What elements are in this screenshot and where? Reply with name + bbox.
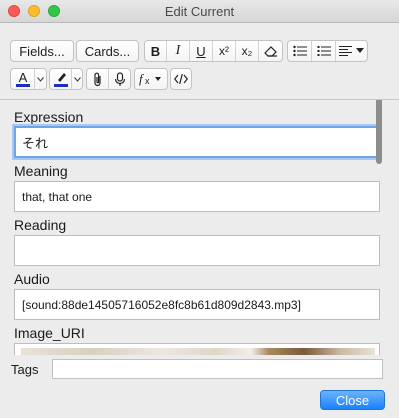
microphone-icon xyxy=(114,71,125,86)
chevron-down-icon xyxy=(73,76,81,82)
window-title: Edit Current xyxy=(164,4,235,19)
highlight-swatch[interactable] xyxy=(50,69,72,89)
chevron-down-icon xyxy=(356,48,364,53)
math-dropdown-button[interactable]: f x xyxy=(134,68,168,90)
bold-icon: B xyxy=(150,43,161,59)
fields-button-label: Fields... xyxy=(19,43,65,59)
superscript-icon: x² xyxy=(219,44,229,58)
record-audio-button[interactable] xyxy=(109,69,130,89)
underline-button[interactable]: U xyxy=(190,41,213,61)
eraser-icon xyxy=(263,46,277,57)
text-color-icon: A xyxy=(15,71,30,87)
title-bar: Edit Current xyxy=(0,0,399,23)
audio-field[interactable]: [sound:88de14505716052e8fc8b61d809d2843.… xyxy=(14,289,380,320)
html-editor-button[interactable] xyxy=(170,68,192,90)
cards-button[interactable]: Cards... xyxy=(76,40,139,62)
function-icon: f x xyxy=(139,72,161,86)
field-label-image-uri: Image_URI xyxy=(14,325,85,341)
text-color-dropdown[interactable] xyxy=(35,69,46,89)
code-icon xyxy=(174,73,188,85)
underline-icon: U xyxy=(196,43,206,59)
svg-text:A: A xyxy=(18,71,27,85)
text-color-button[interactable]: A xyxy=(10,68,47,90)
highlighter-icon xyxy=(53,73,68,87)
list-button-group xyxy=(287,40,368,62)
italic-button[interactable]: I xyxy=(167,41,190,61)
numbered-list-icon xyxy=(317,46,331,56)
chevron-down-icon xyxy=(37,76,44,82)
subscript-button[interactable]: x₂ xyxy=(236,41,259,61)
format-button-group: B I U x² x₂ xyxy=(144,40,283,62)
paperclip-icon xyxy=(93,72,101,86)
meaning-value: that, that one xyxy=(22,189,93,204)
text-color-swatch[interactable]: A xyxy=(11,69,35,89)
clear-formatting-button[interactable] xyxy=(259,41,282,61)
close-button-label: Close xyxy=(335,392,370,408)
field-label-expression: Expression xyxy=(14,109,84,125)
tags-label: Tags xyxy=(11,362,39,377)
image-uri-field[interactable] xyxy=(14,343,380,355)
attach-button[interactable] xyxy=(87,69,109,89)
expression-value: それ xyxy=(22,135,49,151)
audio-value: [sound:88de14505716052e8fc8b61d809d2843.… xyxy=(22,297,301,312)
highlight-color-button[interactable] xyxy=(49,68,83,90)
expression-field[interactable]: それ xyxy=(14,126,380,158)
field-label-meaning: Meaning xyxy=(14,163,68,179)
field-label-audio: Audio xyxy=(14,271,50,287)
highlight-dropdown[interactable] xyxy=(72,69,82,89)
meaning-field[interactable]: that, that one xyxy=(14,181,380,212)
ordered-list-button[interactable] xyxy=(312,41,336,61)
subscript-icon: x₂ xyxy=(241,44,253,58)
cards-button-label: Cards... xyxy=(84,43,131,59)
svg-text:x: x xyxy=(145,76,150,86)
bullet-list-icon xyxy=(292,45,307,57)
italic-icon: I xyxy=(175,43,181,58)
formula-button[interactable]: f x xyxy=(135,69,167,89)
image-thumbnail xyxy=(21,348,375,355)
field-label-reading: Reading xyxy=(14,217,67,233)
editor-scrollbar[interactable] xyxy=(376,100,382,164)
fields-button[interactable]: Fields... xyxy=(10,40,74,62)
field-editor[interactable]: Expression それ Meaning that, that one Rea… xyxy=(0,99,399,355)
media-button-group xyxy=(86,68,131,90)
superscript-button[interactable]: x² xyxy=(213,41,236,61)
close-button[interactable]: Close xyxy=(320,390,385,410)
unordered-list-button[interactable] xyxy=(288,41,312,61)
bold-button[interactable]: B xyxy=(145,41,167,61)
tags-input[interactable] xyxy=(52,359,383,379)
reading-field[interactable] xyxy=(14,235,380,266)
alignment-dropdown-button[interactable] xyxy=(336,41,367,61)
align-left-icon xyxy=(339,46,352,56)
